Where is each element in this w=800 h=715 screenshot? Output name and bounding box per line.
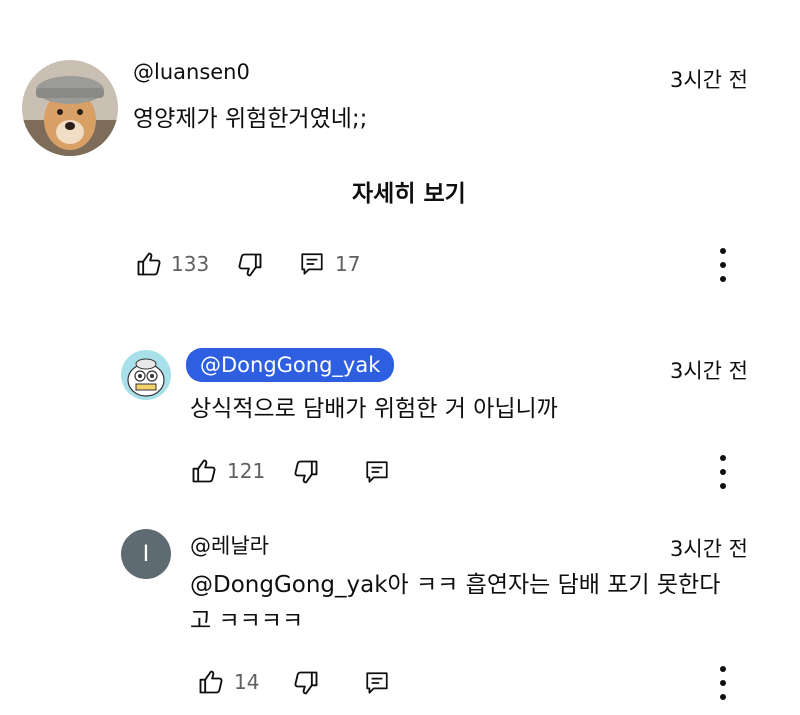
comment-text: 영양제가 위험한거였네;; — [133, 106, 368, 132]
comment-icon[interactable] — [364, 670, 390, 696]
reply-text: 상식적으로 담배가 위험한 거 아닙니까 — [190, 396, 558, 422]
show-more-button[interactable]: 자세히 보기 — [352, 174, 466, 208]
more-vert-icon[interactable] — [712, 245, 736, 285]
thumb-down-icon[interactable] — [292, 669, 320, 697]
reply-text-line-1: @DongGong_yak아 ㅋㅋ 흡연자는 담배 포기 못한다 — [190, 572, 721, 598]
avatar-donggong-yak[interactable] — [121, 350, 171, 400]
thumb-up-icon[interactable] — [197, 668, 225, 696]
mentioned-author-chip[interactable]: @DongGong_yak — [186, 348, 395, 382]
thumb-up-icon[interactable] — [190, 457, 218, 485]
more-vert-icon[interactable] — [712, 452, 736, 492]
avatar-renalla[interactable]: I — [121, 529, 171, 579]
comment-icon[interactable] — [299, 251, 325, 277]
reply-time[interactable]: 3시간 전 — [670, 355, 748, 385]
avatar-luansen0[interactable] — [22, 60, 118, 156]
more-vert-icon[interactable] — [712, 663, 736, 703]
like-count: 121 — [227, 459, 266, 483]
reply-author[interactable]: @레날라 — [190, 530, 269, 560]
reply-time[interactable]: 3시간 전 — [670, 533, 748, 563]
reply-count[interactable]: 17 — [335, 252, 360, 276]
like-count: 133 — [171, 252, 210, 276]
thumb-down-icon[interactable] — [236, 251, 264, 279]
comment-time[interactable]: 3시간 전 — [670, 64, 748, 94]
reply-text-line-2: 고 ㅋㅋㅋㅋ — [190, 608, 304, 634]
avatar-letter: I — [142, 540, 150, 567]
like-count: 14 — [234, 670, 260, 694]
comment-icon[interactable] — [364, 459, 390, 485]
thumb-up-icon[interactable] — [135, 250, 163, 278]
comment-author[interactable]: @luansen0 — [133, 60, 250, 84]
thumb-down-icon[interactable] — [292, 458, 320, 486]
